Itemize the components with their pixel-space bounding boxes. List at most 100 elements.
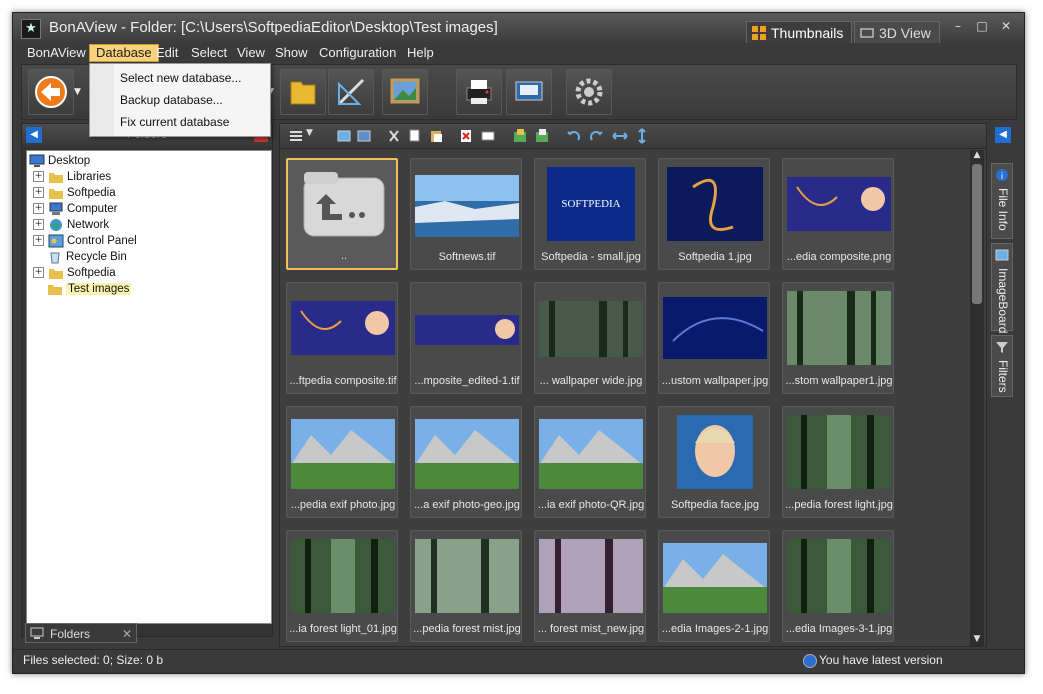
thumbnail-item[interactable]: ...pedia forest mist.jpg <box>410 530 522 642</box>
menu-database[interactable]: Database <box>89 44 159 62</box>
maximize-button[interactable]: □ <box>971 17 993 35</box>
menu-show[interactable]: Show <box>269 44 314 62</box>
close-tab-icon[interactable]: ✕ <box>122 624 132 644</box>
thumbnail-label: ...ia forest light_01.jpg <box>289 623 397 635</box>
thumbnail-item[interactable]: ...pedia exif photo.jpg <box>286 406 398 518</box>
thumbnail-item[interactable]: ... wallpaper wide.jpg <box>534 282 646 394</box>
expand-icon[interactable]: + <box>33 171 44 183</box>
thumbnail-area: ▼ .. Softnews.tif SOFTPEDIA Softpedia - … <box>279 123 987 647</box>
tab-3d-view[interactable]: 3D View <box>854 21 940 43</box>
thumbnail-label: ...edia composite.png <box>786 251 892 263</box>
thumbnail-item[interactable]: ...ia exif photo-QR.jpg <box>534 406 646 518</box>
menu-fix-current-database[interactable]: Fix current database <box>120 115 229 129</box>
view-mode-icon[interactable] <box>288 128 304 144</box>
thumbnail-item[interactable]: ...ustom wallpaper.jpg <box>658 282 770 394</box>
rename-icon[interactable] <box>480 128 496 144</box>
tab-file-info[interactable]: i File Info <box>991 163 1013 239</box>
flip-vertical-icon[interactable] <box>634 128 650 144</box>
print-button[interactable] <box>456 69 502 115</box>
draw-tools-button[interactable] <box>328 69 374 115</box>
folders-bottom-tab[interactable]: Folders ✕ <box>25 623 137 643</box>
copy-to-icon[interactable] <box>336 128 352 144</box>
menu-backup-database[interactable]: Backup database... <box>120 93 223 107</box>
menu-bonaview[interactable]: BonAView <box>21 44 92 62</box>
tab-filters-label: Filters <box>996 360 1010 393</box>
expand-icon[interactable]: + <box>33 203 44 215</box>
expand-icon[interactable]: + <box>33 187 44 199</box>
back-button[interactable] <box>28 69 74 115</box>
scan-button[interactable] <box>506 69 552 115</box>
scanner-icon <box>515 81 543 101</box>
computer-icon <box>49 202 63 215</box>
tree-item-control-panel[interactable]: + Control Panel <box>33 233 137 249</box>
view-mode-dropdown-icon[interactable]: ▼ <box>306 128 322 144</box>
tree-item-computer[interactable]: + Computer <box>33 201 118 217</box>
thumbnail-item[interactable]: ...ftpedia composite.tif <box>286 282 398 394</box>
thumbnail-item[interactable]: ...mposite_edited-1.tif <box>410 282 522 394</box>
thumbnail-item[interactable]: ...edia composite.png <box>782 158 894 270</box>
copy-icon[interactable] <box>406 128 422 144</box>
thumbnail-item[interactable]: ... forest mist_new.jpg <box>534 530 646 642</box>
scrollbar-thumb[interactable] <box>972 164 982 304</box>
expand-icon[interactable]: + <box>33 267 44 279</box>
folder-tree[interactable]: Desktop + Libraries + Softpedia + Computer … <box>26 150 272 624</box>
scroll-up-icon[interactable]: ▲ <box>970 150 984 162</box>
thumbnail-item[interactable]: Softnews.tif <box>410 158 522 270</box>
new-folder-icon[interactable] <box>512 128 528 144</box>
thumbnail-parent-folder[interactable]: .. <box>286 158 398 270</box>
menu-view[interactable]: View <box>231 44 271 62</box>
mountain-photo <box>415 419 519 489</box>
paste-icon[interactable] <box>428 128 444 144</box>
tab-thumbnails[interactable]: Thumbnails <box>746 21 852 43</box>
menu-select-new-database[interactable]: Select new database... <box>120 71 241 85</box>
tree-item-softpedia[interactable]: + Softpedia <box>33 265 116 281</box>
back-dropdown-arrow-icon[interactable]: ▼ <box>74 87 84 97</box>
flip-horizontal-icon[interactable] <box>612 128 628 144</box>
open-folder-button[interactable] <box>280 69 326 115</box>
folders-tab-label: Folders <box>50 627 91 641</box>
menu-select[interactable]: Select <box>185 44 233 62</box>
refresh-icon[interactable] <box>534 128 550 144</box>
thumbnail-item[interactable]: SOFTPEDIA Softpedia - small.jpg <box>534 158 646 270</box>
menu-help[interactable]: Help <box>401 44 440 62</box>
tab-imageboard-label: ImageBoard <box>996 268 1010 334</box>
delete-icon[interactable] <box>458 128 474 144</box>
thumbnail-item[interactable]: ...ia forest light_01.jpg <box>286 530 398 642</box>
thumbnail-item[interactable]: ...pedia forest light.jpg <box>782 406 894 518</box>
menu-configuration[interactable]: Configuration <box>313 44 402 62</box>
rotate-left-icon[interactable] <box>566 128 582 144</box>
tree-item-libraries[interactable]: + Libraries <box>33 169 111 185</box>
3d-view-icon <box>860 28 874 38</box>
rotate-right-icon[interactable] <box>588 128 604 144</box>
tab-filters[interactable]: Filters <box>991 335 1013 397</box>
tree-item-desktop[interactable]: Desktop <box>29 153 90 169</box>
thumbnail-item[interactable]: ...edia Images-2-1.jpg <box>658 530 770 642</box>
info-icon: i <box>996 169 1008 182</box>
close-button[interactable]: ✕ <box>995 17 1017 35</box>
settings-button[interactable] <box>566 69 612 115</box>
image-editor-button[interactable] <box>382 69 428 115</box>
thumbnail-item[interactable]: ...a exif photo-geo.jpg <box>410 406 522 518</box>
thumbnail-label: ...ia exif photo-QR.jpg <box>537 499 645 511</box>
minimize-button[interactable]: – <box>947 17 969 35</box>
expand-icon[interactable]: + <box>33 235 44 247</box>
thumbnail-item[interactable]: ...edia Images-3-1.jpg <box>782 530 894 642</box>
vertical-scrollbar[interactable]: ▲ ▼ <box>970 150 984 646</box>
tree-item-softpedia-user[interactable]: + Softpedia <box>33 185 116 201</box>
expand-icon[interactable]: + <box>33 219 44 231</box>
menu-edit[interactable]: Edit <box>150 44 184 62</box>
cut-icon[interactable] <box>386 128 402 144</box>
window-title: BonAView - Folder: [C:\Users\SoftpediaEd… <box>49 19 498 36</box>
forest-mist-image <box>415 539 519 613</box>
thumbnail-item[interactable]: ...stom wallpaper1.jpg <box>782 282 894 394</box>
tree-item-recycle-bin[interactable]: Recycle Bin <box>47 249 127 265</box>
scroll-down-icon[interactable]: ▼ <box>970 634 984 646</box>
move-to-icon[interactable] <box>356 128 372 144</box>
tree-item-network[interactable]: + Network <box>33 217 109 233</box>
tab-imageboard[interactable]: ImageBoard <box>991 243 1013 334</box>
tree-label: Network <box>67 219 110 231</box>
thumbnail-item[interactable]: Softpedia face.jpg <box>658 406 770 518</box>
collapse-right-panel-button[interactable]: ◀ <box>995 127 1011 143</box>
tree-item-test-images[interactable]: Test images <box>47 281 132 297</box>
thumbnail-item[interactable]: Softpedia 1.jpg <box>658 158 770 270</box>
